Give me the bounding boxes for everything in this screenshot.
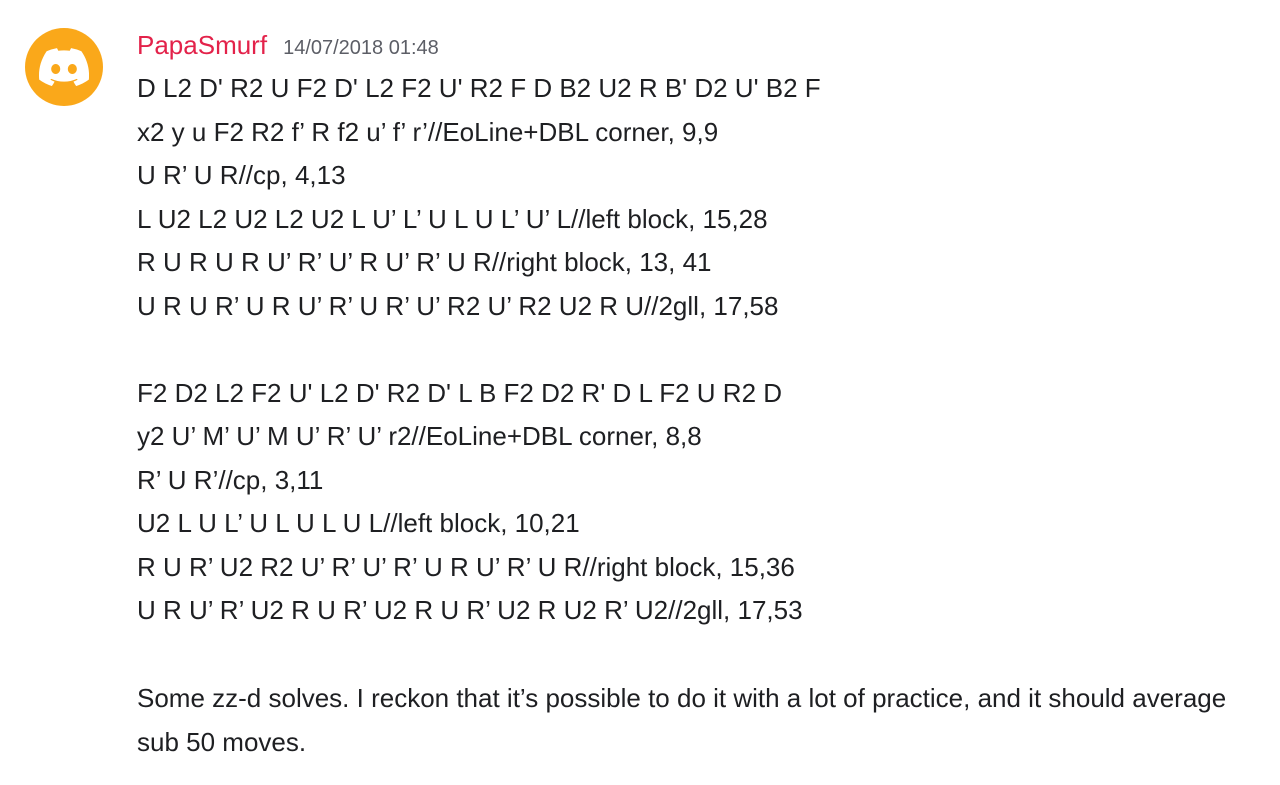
solution-line: y2 U’ M’ U’ M U’ R’ U’ r2//EoLine+DBL co… [137, 421, 702, 451]
message-content: D L2 D' R2 U F2 D' L2 F2 U' R2 F D B2 U2… [137, 67, 1247, 764]
solution-line: x2 y u F2 R2 f’ R f2 u’ f’ r’//EoLine+DB… [137, 116, 719, 147]
solution-line: R U R U R U’ R’ U’ R U’ R’ U R//right bl… [137, 247, 712, 277]
message-header: PapaSmurf 14/07/2018 01:48 [137, 28, 439, 62]
avatar[interactable] [25, 28, 103, 106]
chat-message: PapaSmurf 14/07/2018 01:48 D L2 D' R2 U … [0, 0, 1280, 785]
solution-line: R’ U R’//cp, 3,11 [137, 464, 324, 495]
discord-logo-icon [39, 48, 89, 86]
comment-text: Some zz-d solves. I reckon that it’s pos… [137, 683, 1227, 757]
solution-line: L U2 L2 U2 L2 U2 L U’ L’ U L U L’ U’ L//… [137, 203, 768, 234]
timestamp[interactable]: 14/07/2018 01:48 [283, 31, 439, 65]
solution-line: U R’ U R//cp, 4,13 [137, 160, 346, 190]
solution-line: U R U R’ U R U’ R’ U R’ U’ R2 U’ R2 U2 R… [137, 290, 779, 321]
scramble-line: F2 D2 L2 F2 U' L2 D' R2 D' L B F2 D2 R' … [137, 377, 783, 408]
solution-line: U2 L U L’ U L U L U L//left block, 10,21 [137, 508, 580, 538]
scramble-line: D L2 D' R2 U F2 D' L2 F2 U' R2 F D B2 U2… [137, 73, 821, 103]
solution-line: R U R’ U2 R2 U’ R’ U’ R’ U R U’ R’ U R//… [137, 551, 795, 582]
username[interactable]: PapaSmurf [137, 28, 267, 62]
solution-line: U R U’ R’ U2 R U R’ U2 R U R’ U2 R U2 R’… [137, 595, 803, 625]
